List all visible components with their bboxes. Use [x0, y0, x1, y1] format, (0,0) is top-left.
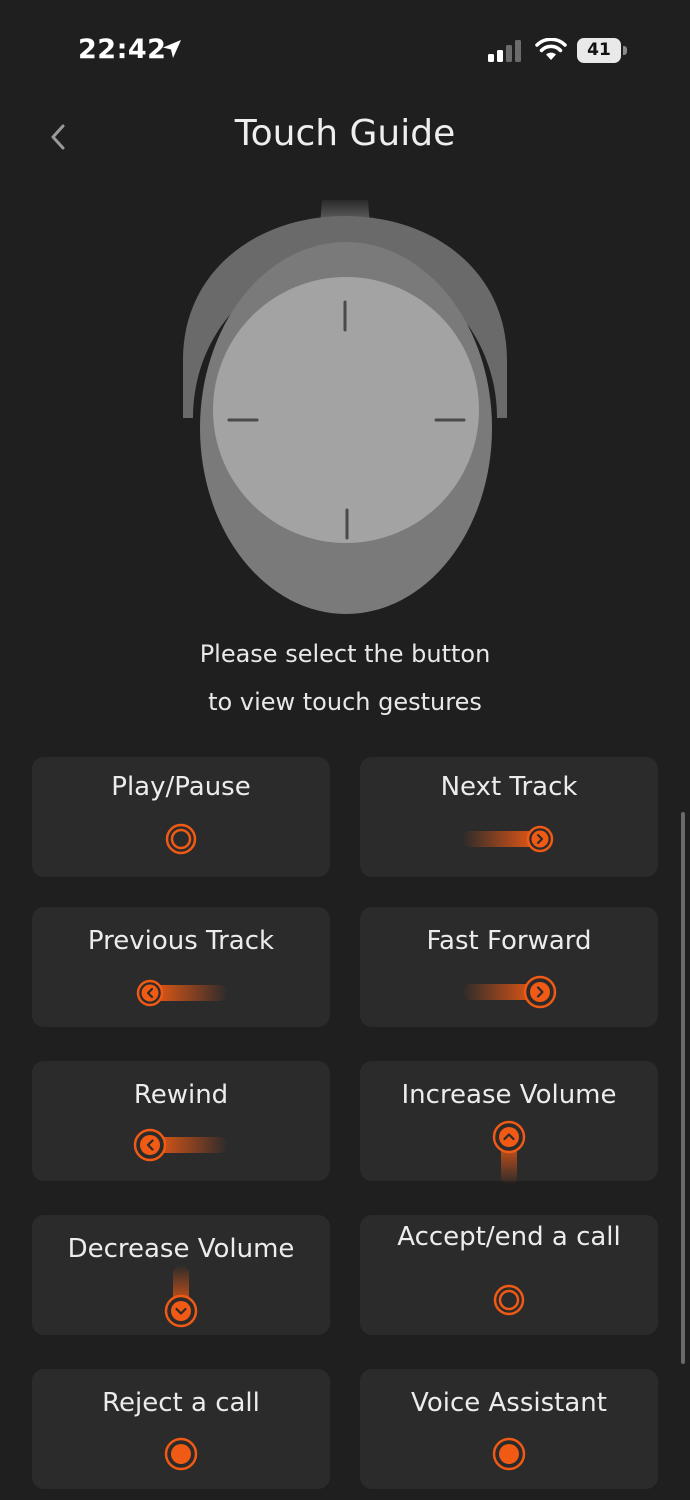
gesture-card-voice-assistant[interactable]: Voice Assistant: [360, 1369, 658, 1489]
gesture-card-fast-forward[interactable]: Fast Forward: [360, 907, 658, 1027]
headphone-earcup-illustration: [183, 200, 507, 614]
swipe-back-icon: [136, 979, 228, 1007]
scrollbar[interactable]: [681, 812, 685, 1364]
card-label: Voice Assistant: [411, 1388, 607, 1418]
instruction-line-1: Please select the button: [199, 640, 491, 668]
swipe-up-icon: [492, 1120, 526, 1185]
gesture-card-decrease-volume[interactable]: Decrease Volume: [32, 1215, 330, 1335]
gesture-card-accept-end-call[interactable]: Accept/end a call: [360, 1215, 658, 1335]
tap-icon: [493, 1284, 525, 1316]
gesture-card-previous-track[interactable]: Previous Track: [32, 907, 330, 1027]
card-label: Increase Volume: [401, 1080, 617, 1110]
gesture-card-play-pause[interactable]: Play/Pause: [32, 757, 330, 877]
status-time: 22:42: [78, 34, 167, 65]
location-arrow-icon: [163, 40, 181, 58]
swipe-back-hold-icon: [133, 1128, 228, 1162]
gesture-card-increase-volume[interactable]: Increase Volume: [360, 1061, 658, 1185]
battery-icon: 41: [577, 38, 621, 63]
card-label: Rewind: [133, 1080, 229, 1110]
card-label: Reject a call: [102, 1388, 260, 1418]
instruction-line-2: to view touch gestures: [208, 688, 482, 716]
battery-tip: [623, 46, 627, 55]
press-hold-icon: [492, 1437, 526, 1471]
gesture-card-next-track[interactable]: Next Track: [360, 757, 658, 877]
tap-icon: [165, 823, 197, 855]
cellular-signal-icon: [488, 40, 521, 62]
press-hold-icon: [164, 1437, 198, 1471]
battery-level: 41: [587, 40, 611, 60]
card-label: Decrease Volume: [67, 1234, 295, 1264]
card-label: Play/Pause: [111, 772, 251, 802]
swipe-down-icon: [164, 1265, 198, 1328]
wifi-icon: [535, 38, 567, 60]
card-label: Next Track: [440, 772, 578, 802]
gesture-card-reject-call[interactable]: Reject a call: [32, 1369, 330, 1489]
swipe-forward-icon: [462, 825, 554, 853]
swipe-forward-hold-icon: [462, 975, 557, 1009]
card-label: Previous Track: [87, 926, 275, 956]
gesture-card-rewind[interactable]: Rewind: [32, 1061, 330, 1181]
card-label: Accept/end a call: [397, 1222, 621, 1252]
status-bar: 22:42 41: [0, 0, 690, 100]
page-title: Touch Guide: [234, 113, 456, 154]
card-label: Fast Forward: [426, 926, 592, 956]
